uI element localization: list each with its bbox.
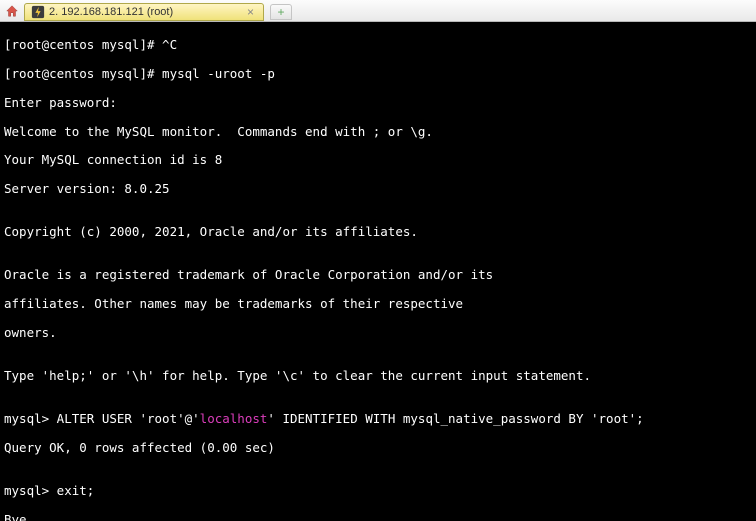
terminal-tab[interactable]: 2. 192.168.181.121 (root) ×: [24, 3, 264, 21]
output-line: Welcome to the MySQL monitor. Commands e…: [4, 125, 752, 139]
new-tab-button[interactable]: +: [270, 4, 292, 20]
output-line: owners.: [4, 326, 752, 340]
output-line: Server version: 8.0.25: [4, 182, 752, 196]
output-line: Type 'help;' or '\h' for help. Type '\c'…: [4, 369, 752, 383]
shell-prompt: [root@centos mysql]#: [4, 66, 162, 81]
output-line: Enter password:: [4, 96, 752, 110]
output-line: Copyright (c) 2000, 2021, Oracle and/or …: [4, 225, 752, 239]
output-line: Query OK, 0 rows affected (0.00 sec): [4, 441, 752, 455]
close-icon[interactable]: ×: [244, 5, 257, 19]
output-line: affiliates. Other names may be trademark…: [4, 297, 752, 311]
mysql-prompt: mysql> exit;: [4, 484, 752, 498]
home-icon[interactable]: [4, 3, 20, 19]
output-line: Bye: [4, 513, 752, 521]
mysql-prompt: mysql> ALTER USER 'root'@': [4, 411, 200, 426]
output-line: Oracle is a registered trademark of Orac…: [4, 268, 752, 282]
lightning-icon: [31, 5, 45, 19]
highlighted-host: localhost: [200, 411, 268, 426]
shell-prompt: [root@centos mysql]# ^C: [4, 37, 177, 52]
tab-label: 2. 192.168.181.121 (root): [49, 6, 173, 18]
title-bar: 2. 192.168.181.121 (root) × +: [0, 0, 756, 22]
output-line: Your MySQL connection id is 8: [4, 153, 752, 167]
command-text: ' IDENTIFIED WITH mysql_native_password …: [267, 411, 643, 426]
command-text: mysql -uroot -p: [162, 66, 275, 81]
terminal-output[interactable]: [root@centos mysql]# ^C [root@centos mys…: [0, 22, 756, 521]
